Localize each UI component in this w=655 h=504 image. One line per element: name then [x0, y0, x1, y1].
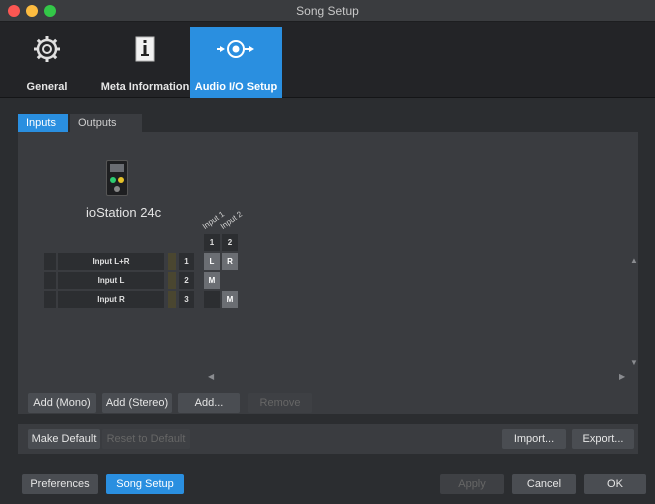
matrix-cell[interactable]: L — [204, 253, 220, 270]
gear-icon — [22, 33, 72, 65]
row-color-strip — [168, 272, 176, 289]
routing-matrix: ioStation 24c Input 1 Input 2 1 2 Input … — [18, 132, 638, 414]
preferences-button[interactable]: Preferences — [22, 474, 98, 494]
window-title: Song Setup — [296, 4, 359, 18]
row-color-strip — [168, 291, 176, 308]
tab-audio-io-setup-label: Audio I/O Setup — [194, 81, 278, 93]
row-select-button[interactable] — [44, 253, 56, 270]
remove-button[interactable]: Remove — [248, 393, 312, 413]
audio-io-icon — [190, 33, 282, 65]
input-name-l[interactable]: Input L — [58, 272, 164, 289]
tab-general[interactable]: General — [22, 27, 72, 98]
export-button[interactable]: Export... — [572, 429, 634, 449]
import-button[interactable]: Import... — [502, 429, 566, 449]
scroll-right-arrow-icon[interactable]: ▶ — [619, 372, 625, 381]
tab-inputs[interactable]: Inputs — [18, 114, 68, 132]
tab-meta-information[interactable]: Meta Information — [100, 27, 190, 98]
input-name-l-r[interactable]: Input L+R — [58, 253, 164, 270]
column-number-1: 1 — [204, 234, 220, 251]
matrix-cell[interactable]: R — [222, 253, 238, 270]
matrix-cell[interactable] — [204, 291, 220, 308]
cancel-button[interactable]: Cancel — [512, 474, 576, 494]
make-default-button[interactable]: Make Default — [28, 429, 100, 449]
row-select-button[interactable] — [44, 272, 56, 289]
matrix-cell[interactable] — [222, 272, 238, 289]
setup-tab-bar: General Meta Information Audio I/O Setup — [0, 22, 655, 98]
tab-general-label: General — [26, 81, 68, 93]
reset-to-default-button[interactable]: Reset to Default — [102, 429, 190, 449]
row-number: 1 — [179, 253, 194, 270]
add-stereo-button[interactable]: Add (Stereo) — [102, 393, 172, 413]
audio-interface-icon — [106, 160, 128, 196]
device-name: ioStation 24c — [86, 205, 162, 220]
input-name-r[interactable]: Input R — [58, 291, 164, 308]
row-number: 2 — [179, 272, 194, 289]
matrix-cell[interactable]: M — [222, 291, 238, 308]
row-number: 3 — [179, 291, 194, 308]
scroll-left-arrow-icon[interactable]: ◀ — [208, 372, 214, 381]
column-number-2: 2 — [222, 234, 238, 251]
apply-button[interactable]: Apply — [440, 474, 504, 494]
tab-meta-information-label: Meta Information — [100, 81, 190, 93]
scroll-up-arrow-icon[interactable]: ▲ — [630, 256, 638, 265]
io-panel: Inputs Outputs ioStation 24c Input 1 Inp… — [18, 114, 638, 414]
tab-outputs[interactable]: Outputs — [70, 114, 142, 132]
row-color-strip — [168, 253, 176, 270]
add-button[interactable]: Add... — [178, 393, 240, 413]
info-document-icon — [100, 33, 190, 65]
preset-strip: Make Default Reset to Default Import... … — [18, 424, 638, 454]
matrix-cell[interactable]: M — [204, 272, 220, 289]
tab-audio-io-setup[interactable]: Audio I/O Setup — [190, 27, 282, 98]
song-setup-button[interactable]: Song Setup — [106, 474, 184, 494]
title-bar: Song Setup — [0, 0, 655, 22]
add-mono-button[interactable]: Add (Mono) — [28, 393, 96, 413]
ok-button[interactable]: OK — [584, 474, 646, 494]
scroll-down-arrow-icon[interactable]: ▼ — [630, 358, 638, 367]
row-select-button[interactable] — [44, 291, 56, 308]
